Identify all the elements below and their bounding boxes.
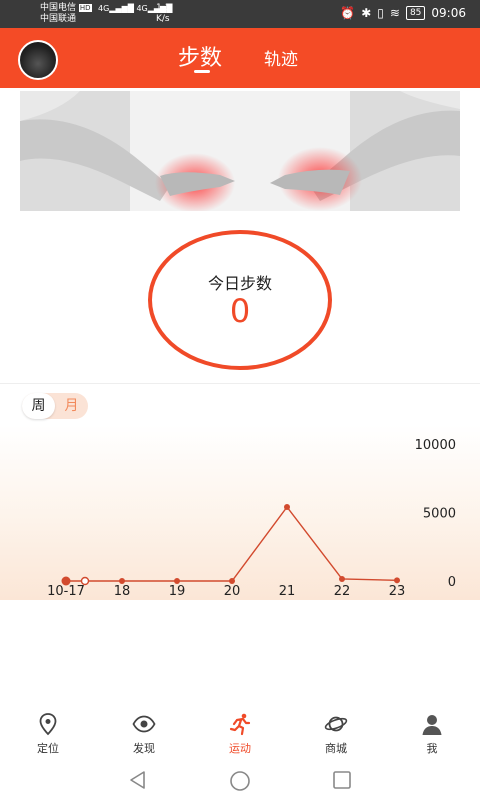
hd-badge: HD <box>78 4 92 12</box>
bottom-nav: 定位 发现 运动 商城 我 <box>0 702 480 760</box>
back-icon[interactable] <box>128 770 148 790</box>
x-tick-label: 23 <box>389 584 406 599</box>
x-tick-label: 21 <box>279 584 296 599</box>
nav-item-me[interactable]: 我 <box>384 702 480 760</box>
wifi-icon: ≋ <box>389 6 400 20</box>
carrier-1: 中国电信 <box>40 3 77 13</box>
carrier-2: 中国联通 <box>40 14 77 24</box>
eye-icon <box>132 715 156 733</box>
status-bar: 中国电信 HD 中国联通 4G▂▄▆█ 4G▂▄▆█ 1.1 K/s ⏰ ✱ ▯… <box>0 0 480 28</box>
planet-icon <box>324 716 348 732</box>
data-point[interactable] <box>284 504 290 511</box>
section-divider <box>0 383 480 384</box>
battery-level: 85 <box>405 6 426 20</box>
y-tick-label: 10000 <box>415 438 456 453</box>
network-speed: 1.1 K/s <box>156 3 170 25</box>
x-tick-label: 19 <box>169 584 186 599</box>
today-steps-ring: 今日步数 0 <box>148 230 332 370</box>
nav-label-location: 定位 <box>37 742 59 755</box>
speed-value: 1.1 <box>156 3 171 13</box>
y-tick-label: 0 <box>448 575 456 590</box>
clock: 09:06 <box>431 6 466 20</box>
status-right: ⏰ ✱ ▯ ≋ 85 09:06 <box>340 6 466 20</box>
nav-label-mall: 商城 <box>325 742 347 755</box>
net-1: 4G <box>98 4 110 13</box>
tab-steps[interactable]: 步数 <box>178 40 222 72</box>
location-pin-icon <box>39 713 57 736</box>
data-point[interactable] <box>394 577 400 584</box>
x-tick-label: 10-17 <box>47 584 85 599</box>
steps-line-chart: 10000 5000 0 10-17 18 19 20 21 22 23 <box>47 438 456 599</box>
home-icon[interactable] <box>229 770 251 792</box>
person-icon <box>422 715 442 735</box>
banner-illustration <box>20 91 460 211</box>
carrier-info: 中国电信 HD 中国联通 <box>40 3 92 25</box>
nav-label-sport: 运动 <box>229 742 251 755</box>
system-nav-bar <box>0 760 480 800</box>
app-header: 步数 轨迹 <box>0 28 480 88</box>
x-tick-label: 18 <box>114 584 131 599</box>
bluetooth-icon: ✱ <box>361 6 372 20</box>
recents-icon[interactable] <box>332 770 352 790</box>
avatar[interactable] <box>18 40 58 80</box>
nav-label-discover: 发现 <box>133 742 155 755</box>
nav-item-sport[interactable]: 运动 <box>192 702 288 760</box>
period-toggle[interactable]: 周 月 <box>22 393 88 419</box>
y-tick-label: 5000 <box>423 507 456 522</box>
today-steps-title: 今日步数 <box>207 274 272 293</box>
x-tick-label: 22 <box>334 584 351 599</box>
nav-item-discover[interactable]: 发现 <box>96 702 192 760</box>
alarm-icon: ⏰ <box>340 6 356 20</box>
banner-image <box>20 91 460 211</box>
vibrate-icon: ▯ <box>377 6 384 20</box>
tab-track[interactable]: 轨迹 <box>264 45 298 70</box>
nav-label-me: 我 <box>426 742 438 755</box>
data-point[interactable] <box>339 575 345 582</box>
active-tab-indicator <box>194 70 210 73</box>
steps-series-line <box>66 505 398 582</box>
nav-item-location[interactable]: 定位 <box>0 702 96 760</box>
net-2: 4G <box>136 4 148 13</box>
x-tick-label: 20 <box>224 584 241 599</box>
today-steps-value: 0 <box>229 292 251 330</box>
steps-chart: 10000 5000 0 10-17 18 19 20 21 22 23 <box>0 425 480 600</box>
running-icon <box>229 713 251 736</box>
toggle-week[interactable]: 周 <box>22 393 55 419</box>
toggle-month[interactable]: 月 <box>55 393 88 419</box>
speed-unit: K/s <box>156 14 170 24</box>
nav-item-mall[interactable]: 商城 <box>288 702 384 760</box>
